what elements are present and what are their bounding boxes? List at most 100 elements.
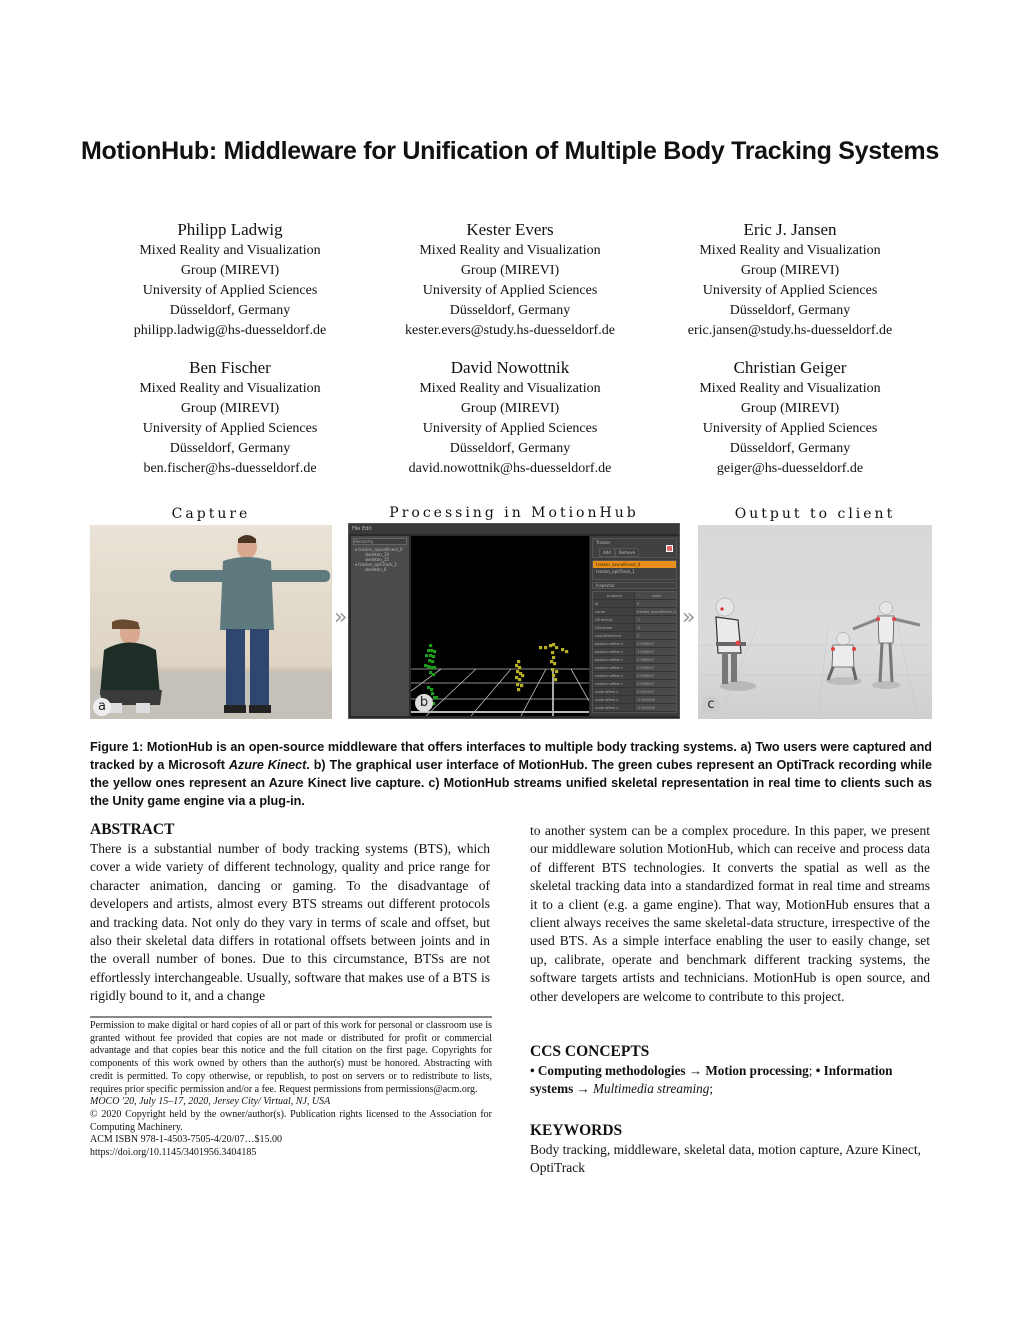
gui-inspector-header: Inspector (592, 582, 677, 589)
author-row-1: Philipp Ladwig Mixed Reality and Visuali… (90, 219, 930, 341)
author-affiliation: Group (MIREVI) (460, 263, 560, 278)
teaser-figure: Capture Processing in MotionHub Output t… (90, 500, 932, 722)
doi-link[interactable]: https://doi.org/10.1145/3401956.3404185 (90, 1147, 492, 1160)
joint-cube (521, 674, 525, 678)
joint-cube (425, 654, 429, 658)
gui-property-value[interactable]: 0.000000 (634, 640, 676, 647)
gui-menubar: File Edit (349, 524, 679, 534)
gui-property-value[interactable]: 2.300000 (634, 656, 676, 663)
robot-crouching (826, 632, 862, 685)
footnote-divider (90, 1016, 492, 1018)
author-affiliation: University of Applied Sciences (142, 283, 318, 298)
author-block: Ben Fischer Mixed Reality and Visualizat… (90, 357, 370, 479)
kinect-skeleton-cubes (515, 643, 569, 692)
gui-property-row: position offset y 1.200000 (593, 648, 676, 656)
gui-record-button[interactable] (666, 545, 673, 552)
joint-cube (555, 670, 559, 674)
gui-tracker-list: tracker_azureKinect_0 tracker_optiTrack_… (592, 560, 677, 580)
joint-cube (433, 666, 437, 670)
panel-label-processing: Processing in MotionHub (389, 505, 639, 521)
author-email[interactable]: david.nowottnik@hs-duesseldorf.de (370, 459, 650, 479)
panel-label-capture: Capture (171, 506, 251, 522)
joint-cube (550, 660, 554, 664)
gui-property-row: isTracking ☐ (593, 616, 676, 624)
gui-property-value[interactable]: tracker_azureKinect_0 (634, 608, 676, 615)
joint-cube (429, 644, 433, 648)
gui-property-key: position offset x (595, 642, 624, 646)
gui-property-value[interactable]: -0.001000 (634, 704, 676, 711)
author-location: Düsseldorf, Germany (169, 303, 291, 318)
joint-cube (561, 648, 565, 652)
author-block: David Nowottnik Mixed Reality and Visual… (370, 357, 650, 479)
ccs-concept-1: • Computing methodologies → Motion proce… (530, 1063, 809, 1078)
joint-cube (551, 651, 555, 655)
joint-cube (565, 650, 569, 654)
gui-property-value[interactable]: ☐ (634, 616, 676, 623)
author-name: Philipp Ladwig (177, 220, 283, 239)
gui-property-row: scale offset z -0.001000 (593, 704, 676, 712)
joint-cube (554, 678, 558, 682)
gui-inspector-head: property value (593, 592, 676, 600)
joint-cube (427, 686, 431, 690)
gui-tracker-item-selected[interactable]: tracker_azureKinect_0 (593, 561, 676, 568)
gui-property-key: position offset z (595, 658, 623, 662)
gui-property-value[interactable]: ☑ (634, 624, 676, 631)
flow-arrow-icon: » (334, 605, 348, 630)
panel-badge-a: a (93, 698, 111, 716)
gui-property-value[interactable]: 0.001000 (634, 688, 676, 695)
gui-property-value[interactable]: 0.000000 (634, 672, 676, 679)
gui-property-key: scale offset z (595, 706, 618, 710)
gui-property-row: scale offset x 0.001000 (593, 688, 676, 696)
gui-property-key: position offset y (595, 650, 624, 654)
joint-cube (428, 659, 432, 663)
author-affiliation: Group (MIREVI) (460, 401, 560, 416)
gui-remove-button[interactable]: Remove (615, 548, 640, 557)
gui-property-value[interactable]: 0.000000 (634, 664, 676, 671)
author-email[interactable]: philipp.ladwig@hs-duesseldorf.de (90, 321, 370, 341)
joint-cube (544, 646, 548, 650)
author-location: Düsseldorf, Germany (169, 441, 291, 456)
joint-cube (431, 692, 435, 696)
joint-cube (429, 671, 433, 675)
gui-property-value[interactable]: 0.000000 (634, 680, 676, 687)
author-email[interactable]: eric.jansen@study.hs-duesseldorf.de (650, 321, 930, 341)
author-name: Christian Geiger (733, 358, 847, 377)
author-email[interactable]: geiger@hs-duesseldorf.de (650, 459, 930, 479)
author-name: Ben Fischer (189, 358, 271, 377)
gui-property-value[interactable]: 1.200000 (634, 648, 676, 655)
abstract-heading: ABSTRACT (90, 821, 175, 838)
gui-property-value[interactable]: 2 (634, 632, 676, 639)
author-name: Kester Evers (466, 220, 554, 239)
gui-property-value[interactable]: -0.001000 (634, 696, 676, 703)
gui-property-key: rotation offset x (595, 666, 623, 670)
author-row-2: Ben Fischer Mixed Reality and Visualizat… (90, 357, 930, 479)
capture-illustration (90, 535, 332, 719)
gui-property-key: scale offset x (595, 690, 619, 694)
gui-property-row: isEnabled ☑ (593, 624, 676, 632)
joint-cube (424, 664, 428, 668)
author-affiliation: University of Applied Sciences (422, 283, 598, 298)
joint-cube (553, 662, 557, 666)
author-name: David Nowottnik (450, 358, 570, 377)
gui-property-value[interactable]: 0 (634, 600, 676, 607)
joint-cube (430, 666, 434, 670)
ccs-sep: ; (808, 1063, 816, 1078)
gui-property-row: id 0 (593, 600, 676, 608)
gui-hierarchy-panel: Hierarchy ▾ tracker_azureKinect_0 skelet… (351, 536, 409, 716)
joint-cube (517, 688, 521, 692)
gui-add-button[interactable]: Add (599, 548, 615, 557)
gui-tracker-item[interactable]: tracker_optiTrack_1 (593, 568, 676, 575)
permission-block: Permission to make digital or hard copie… (90, 1020, 492, 1160)
author-location: Düsseldorf, Germany (449, 441, 571, 456)
joint-cube (431, 660, 435, 664)
gui-inspector-table: property value id 0 name tracker_azureKinec… (592, 591, 677, 713)
joint-cube (430, 649, 434, 653)
author-block: Kester Evers Mixed Reality and Visualiza… (370, 219, 650, 341)
permission-text: Permission to make digital or hard copie… (90, 1020, 492, 1095)
author-email[interactable]: ben.fischer@hs-duesseldorf.de (90, 459, 370, 479)
author-email[interactable]: kester.evers@study.hs-duesseldorf.de (370, 321, 650, 341)
author-affiliation: Mixed Reality and Visualization (699, 381, 881, 396)
keywords-section: KEYWORDS Body tracking, middleware, skel… (530, 1121, 934, 1177)
flow-arrow-icon: » (682, 605, 696, 630)
copyright-text: © 2020 Copyright held by the owner/autho… (90, 1108, 492, 1133)
